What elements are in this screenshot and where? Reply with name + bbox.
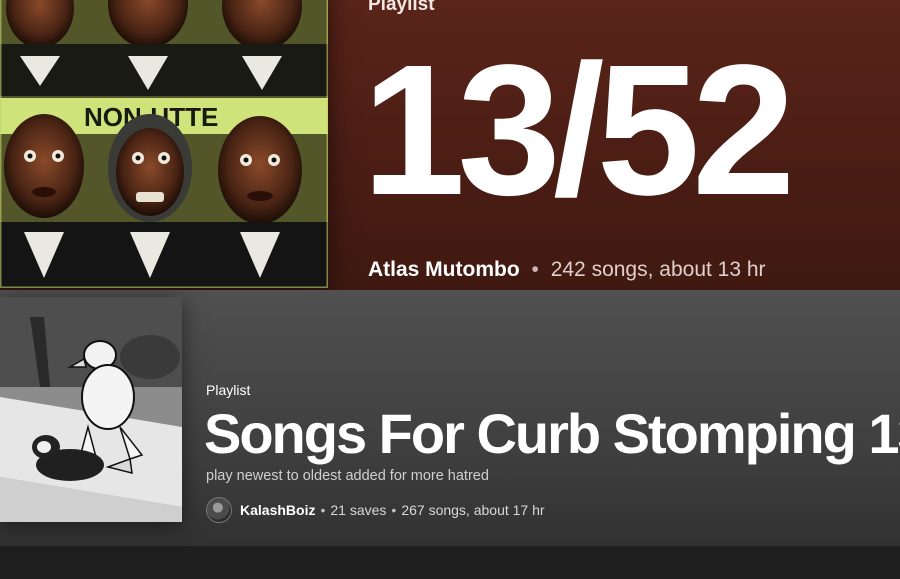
cover-art-cartoon-image: [0, 297, 182, 522]
playlist-description: play newest to oldest added for more hat…: [206, 468, 489, 484]
owner-avatar[interactable]: [206, 497, 232, 523]
meta-separator: •: [531, 258, 539, 281]
meta-separator: •: [391, 502, 397, 518]
owner-link[interactable]: Atlas Mutombo: [368, 258, 520, 281]
cover-art-faces-image: NON-UTTE: [0, 0, 328, 288]
bottom-playlist-header: Playlist Songs For Curb Stomping 13/52 p…: [0, 290, 900, 579]
action-bar-background: [0, 546, 900, 579]
playlist-stats: 242 songs, about 13 hr: [550, 258, 766, 281]
playlist-title: Songs For Curb Stomping 13/52: [204, 402, 900, 465]
owner-link[interactable]: KalashBoiz: [240, 502, 315, 518]
playlist-type-label: Playlist: [206, 382, 251, 398]
playlist-stats: 267 songs, about 17 hr: [401, 502, 545, 518]
bottom-playlist-cover-art[interactable]: [0, 297, 182, 522]
playlist-type-label: Playlist: [368, 0, 435, 15]
playlist-meta: Atlas Mutombo • 242 songs, about 13 hr: [368, 258, 766, 282]
playlist-title: 13/52: [362, 27, 795, 234]
top-playlist-header: NON-UTTE: [0, 0, 900, 290]
playlist-meta: KalashBoiz • 21 saves • 267 songs, about…: [206, 497, 545, 523]
top-playlist-cover-art[interactable]: NON-UTTE: [0, 0, 328, 288]
playlist-saves: 21 saves: [330, 502, 387, 518]
meta-separator: •: [320, 502, 326, 518]
